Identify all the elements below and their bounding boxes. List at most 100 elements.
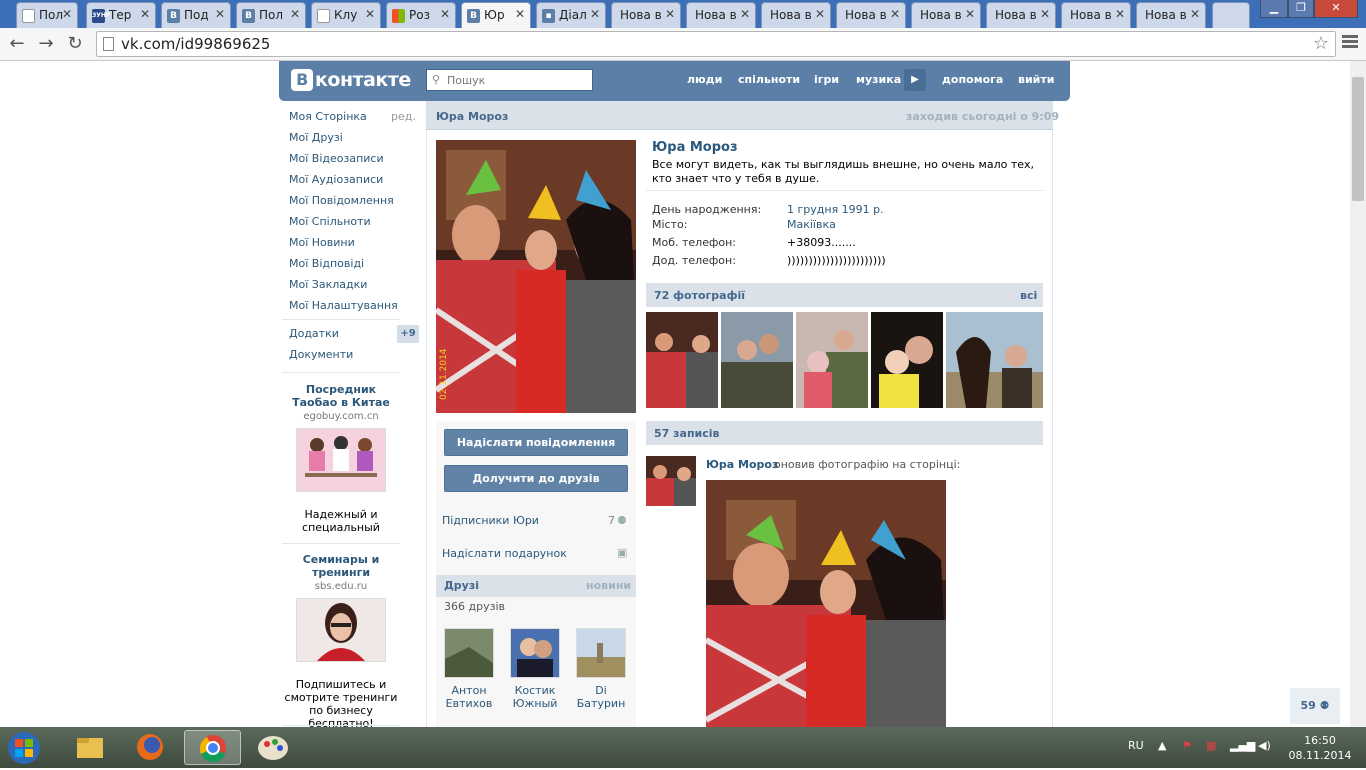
page-scrollbar[interactable] — [1350, 61, 1366, 727]
friend-first-name[interactable]: Di — [575, 684, 627, 697]
add-friend-button[interactable]: Долучити до друзів — [444, 465, 628, 492]
ad-block-taobao[interactable]: Посредник Таобао в Китае egobuy.com.cn Н… — [282, 383, 400, 534]
menu-documents[interactable]: Документи — [289, 348, 353, 361]
nav-people[interactable]: люди — [687, 73, 722, 86]
friend-avatar[interactable] — [444, 628, 494, 678]
signal-icon[interactable]: ▂▄▆ — [1230, 739, 1255, 752]
close-icon[interactable]: ✕ — [290, 7, 300, 21]
back-icon[interactable]: ← — [4, 32, 30, 56]
volume-icon[interactable]: ◀) — [1258, 739, 1271, 752]
send-message-button[interactable]: Надіслати повідомлення — [444, 429, 628, 456]
start-button[interactable] — [2, 729, 46, 767]
menu-communities[interactable]: Мої Спільноти — [289, 215, 371, 228]
reload-icon[interactable]: ↻ — [62, 32, 88, 56]
browser-tab[interactable]: ЗУНР Тер ✕ — [86, 2, 156, 28]
friend-avatar[interactable] — [576, 628, 626, 678]
friend-avatar[interactable] — [510, 628, 560, 678]
ad-text[interactable]: Надежный и специальный — [282, 508, 400, 534]
photo-thumb[interactable] — [946, 312, 1043, 408]
new-tab-button[interactable] — [1212, 2, 1250, 28]
browser-tab[interactable]: Роз ✕ — [386, 2, 456, 28]
post-author-name[interactable]: Юра Мороз — [706, 458, 778, 471]
address-bar[interactable]: vk.com/id99869625 ☆ — [96, 31, 1336, 57]
friend-first-name[interactable]: Костик — [509, 684, 561, 697]
browser-tab[interactable]: Нова в ✕ — [836, 2, 906, 28]
close-icon[interactable]: ✕ — [365, 7, 375, 21]
friend-card[interactable]: Di Батурин — [575, 628, 627, 710]
nav-music[interactable]: музика — [856, 73, 901, 86]
show-hidden-icons[interactable]: ▲ — [1158, 739, 1166, 752]
system-clock[interactable]: 16:50 08.11.2014 — [1284, 733, 1356, 763]
friend-last-name[interactable]: Южный — [509, 697, 561, 710]
friend-first-name[interactable]: Антон — [443, 684, 495, 697]
browser-tab[interactable]: Нова в ✕ — [686, 2, 756, 28]
ad-block-seminars[interactable]: Семинары и тренинги sbs.edu.ru Подпишите… — [282, 553, 400, 727]
close-icon[interactable]: ✕ — [1040, 7, 1050, 21]
minimize-icon[interactable]: ▁ — [1260, 0, 1288, 18]
send-gift-link[interactable]: Надіслати подарунок — [442, 547, 567, 560]
browser-tab[interactable]: ▪ Діал ✕ — [536, 2, 606, 28]
browser-tab[interactable]: B Под ✕ — [161, 2, 231, 28]
menu-icon[interactable] — [1342, 33, 1358, 53]
photo-thumb[interactable] — [871, 312, 943, 408]
close-icon[interactable]: ✕ — [215, 7, 225, 21]
friend-last-name[interactable]: Евтихов — [443, 697, 495, 710]
photos-title[interactable]: 72 фотографії — [654, 289, 745, 302]
friends-updates-link[interactable]: новини — [586, 579, 631, 592]
close-icon[interactable]: ✕ — [665, 7, 675, 21]
bookmark-star-icon[interactable]: ☆ — [1313, 33, 1329, 54]
friend-card[interactable]: Антон Евтихов — [443, 628, 495, 710]
close-icon[interactable]: ✕ — [515, 7, 525, 21]
close-icon[interactable]: ✕ — [1115, 7, 1125, 21]
chrome-taskbar-icon[interactable] — [184, 730, 241, 765]
menu-news[interactable]: Мої Новини — [289, 236, 355, 249]
close-icon[interactable]: ✕ — [740, 7, 750, 21]
wall-title[interactable]: 57 записів — [654, 427, 720, 440]
edit-link[interactable]: ред. — [391, 110, 416, 123]
flag-icon[interactable]: ⚑ — [1182, 739, 1192, 752]
birthday-value[interactable]: 1 грудня 1991 р. — [787, 203, 884, 216]
menu-apps[interactable]: Додатки — [289, 327, 339, 340]
explorer-taskbar-icon[interactable] — [61, 730, 118, 765]
apps-count-badge[interactable]: +9 — [397, 325, 419, 343]
profile-avatar[interactable]: 02.11.2014 — [436, 140, 636, 413]
close-icon[interactable]: ✕ — [890, 7, 900, 21]
scrollbar-thumb[interactable] — [1352, 77, 1364, 201]
close-window-icon[interactable]: ✕ — [1314, 0, 1358, 18]
browser-tab[interactable]: Нова в ✕ — [1136, 2, 1206, 28]
menu-answers[interactable]: Мої Відповіді — [289, 257, 364, 270]
menu-my-page[interactable]: Моя Сторінка — [289, 110, 367, 123]
photo-thumb[interactable] — [796, 312, 868, 408]
browser-tab[interactable]: B Пол ✕ — [236, 2, 306, 28]
menu-bookmarks[interactable]: Мої Закладки — [289, 278, 367, 291]
subscribers-link[interactable]: Підписники Юри — [442, 514, 539, 527]
menu-audios[interactable]: Мої Аудіозаписи — [289, 173, 383, 186]
friends-title[interactable]: Друзі — [444, 579, 479, 592]
menu-friends[interactable]: Мої Друзі — [289, 131, 343, 144]
close-icon[interactable]: ✕ — [590, 7, 600, 21]
play-icon[interactable]: ▶ — [904, 69, 926, 91]
post-author-avatar[interactable] — [646, 456, 696, 506]
language-indicator[interactable]: RU — [1128, 739, 1144, 752]
close-icon[interactable]: ✕ — [965, 7, 975, 21]
close-icon[interactable]: ✕ — [440, 7, 450, 21]
browser-tab[interactable]: Нова в ✕ — [911, 2, 981, 28]
browser-tab[interactable]: Нова в ✕ — [1061, 2, 1131, 28]
network-icon[interactable]: ▦ — [1206, 739, 1216, 752]
nav-games[interactable]: ігри — [814, 73, 839, 86]
menu-settings[interactable]: Мої Налаштування — [289, 299, 398, 312]
city-value[interactable]: Макіївка — [787, 218, 836, 231]
ad-title[interactable]: Семинары и тренинги — [282, 553, 400, 579]
nav-help[interactable]: допомога — [942, 73, 1003, 86]
browser-tab[interactable]: Пол ✕ — [16, 2, 78, 28]
post-photo[interactable] — [706, 480, 946, 727]
paint-taskbar-icon[interactable] — [245, 730, 302, 765]
close-icon[interactable]: ✕ — [815, 7, 825, 21]
ad-image[interactable] — [296, 598, 386, 662]
maximize-icon[interactable]: ❐ — [1288, 0, 1314, 18]
photo-thumb[interactable] — [646, 312, 718, 408]
ad-title[interactable]: Посредник Таобао в Китае — [282, 383, 400, 409]
browser-tab[interactable]: Нова в ✕ — [986, 2, 1056, 28]
close-icon[interactable]: ✕ — [1190, 7, 1200, 21]
menu-messages[interactable]: Мої Повідомлення — [289, 194, 394, 207]
